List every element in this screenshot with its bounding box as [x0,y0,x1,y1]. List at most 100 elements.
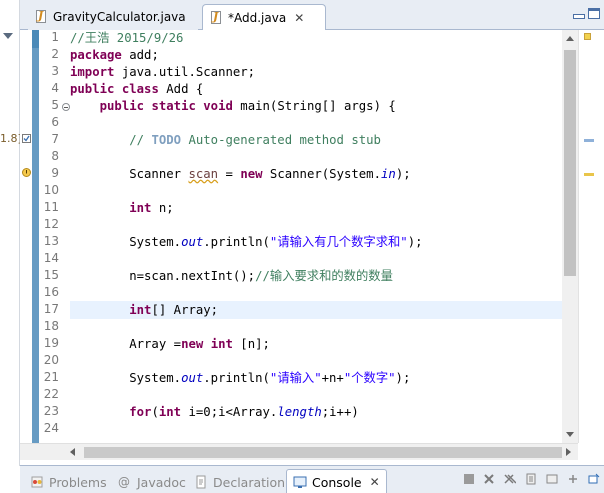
code-token: ;i++) [321,405,359,419]
line-number: 24 [43,421,59,435]
code-token: "请输入" [269,371,322,385]
code-token: // [70,133,152,147]
line-number: 8 [51,149,59,163]
line-number: 5 [51,98,59,112]
tab-gravitycalculator[interactable]: J GravityCalculator.java [28,4,198,30]
code-token: add; [121,48,159,62]
code-token: int [129,303,152,317]
code-text[interactable]: //王浩 2015/9/26 package add; import java.ut… [70,30,566,443]
console-icon [293,476,307,488]
pin-console-icon[interactable] [546,473,558,485]
terminate-icon[interactable] [464,474,474,484]
code-line[interactable]: public static void main(String[] args) { [70,98,396,115]
code-line[interactable]: // TODO Auto-generated method stub [70,132,381,149]
package-explorer-edge: 1.8] [0,0,22,466]
code-token: i=0;i<Array. [181,405,278,419]
problems-icon [31,476,43,488]
code-token: main(String[] args) { [232,99,396,113]
scroll-right-icon[interactable] [566,448,571,456]
code-token: new [181,337,204,351]
scroll-up-icon[interactable] [566,36,574,41]
code-line[interactable]: n=scan.nextInt();//输入要求和的数的数量 [70,268,393,285]
code-line[interactable]: System.out.println("请输入有几个数字求和"); [70,234,422,251]
code-line[interactable]: System.out.println("请输入"+n+"个数字"); [70,370,410,387]
code-token: void [203,99,233,113]
code-token: Array = [70,337,182,351]
code-line[interactable]: import java.util.Scanner; [70,64,255,81]
tab-label: Declaration [213,474,286,490]
code-line[interactable]: package add; [70,47,159,64]
line-number: 19 [43,336,59,350]
code-token: scan [188,167,219,181]
code-token: Add { [158,82,204,96]
line-number: 7 [51,132,59,146]
remove-launch-icon[interactable] [483,473,495,485]
code-token: n=scan.nextInt(); [70,269,256,283]
code-token: .println( [203,235,270,249]
code-line[interactable]: //王浩 2015/9/26 [70,30,183,47]
warning-overview-marker[interactable] [584,173,594,176]
code-line[interactable]: int[] Array; [70,302,218,319]
jre-version-fragment: 1.8] [0,132,22,145]
code-line[interactable]: for(int i=0;i<Array.length;i++) [70,404,359,421]
tab-add[interactable]: J *Add.java ✕ [202,4,326,31]
task-overview-marker[interactable] [584,139,594,142]
console-toolbar [464,473,600,485]
tab-label: *Add.java [228,11,287,25]
close-icon[interactable]: ✕ [370,475,380,489]
scroll-thumb[interactable] [564,50,576,276]
close-icon[interactable]: ✕ [294,11,304,25]
code-token: static [151,99,196,113]
vertical-scrollbar[interactable] [562,30,578,443]
code-token: [] Array; [151,303,219,317]
line-number: 2 [51,47,59,61]
line-number: 11 [43,200,59,214]
java-file-icon: J [209,10,223,25]
java-file-icon: J [34,9,48,24]
code-token: package [70,48,122,62]
open-console-icon[interactable] [588,473,600,485]
display-console-icon[interactable] [567,473,579,485]
code-editor[interactable]: 1 2 3 4 5 6 7 8 9 10 11 12 13 14 15 16 17 18 19 20 21 22 23 24 … [20,30,604,448]
code-token: in [381,167,396,181]
scroll-down-icon[interactable] [566,432,574,437]
code-token: int [158,405,182,419]
line-numbers: 1 2 3 4 5 6 7 8 9 10 11 12 13 14 15 16 17 18 19 20 21 22 23 24 [39,30,69,443]
code-line[interactable]: int n; [70,200,173,217]
minimize-icon[interactable] [572,8,585,19]
tab-label: Console [312,474,362,490]
code-token: public [99,99,145,113]
maximize-icon[interactable] [588,8,600,19]
fold-toggle-icon[interactable] [62,103,70,111]
code-token: = [218,167,241,181]
line-number: 21 [43,370,59,384]
code-line[interactable]: Array =new int [n]; [70,336,270,353]
tab-label: Problems [49,474,107,490]
code-line[interactable]: Scanner scan = new Scanner(System.in); [70,166,410,183]
view-menu-icon[interactable] [3,33,13,39]
code-line[interactable]: public class Add { [70,81,203,98]
scroll-thumb[interactable] [84,447,562,458]
overview-ruler[interactable] [578,30,604,443]
code-token: "个数字" [343,371,396,385]
code-token: System. [70,235,182,249]
code-token: out [181,235,204,249]
code-token: out [181,371,204,385]
tab-declaration[interactable]: Declaration [194,471,285,493]
tab-console[interactable]: Console ✕ [286,469,387,493]
line-number: 15 [43,268,59,282]
code-token: [n]; [232,337,270,351]
scroll-lock-icon[interactable] [525,473,537,485]
code-token: for [129,405,152,419]
remove-all-icon[interactable] [504,473,516,485]
warning-icon[interactable] [22,168,31,177]
horizontal-scrollbar[interactable] [20,443,578,460]
code-token: Auto-generated method stub [181,133,381,147]
tab-javadoc[interactable]: @ Javadoc [118,471,186,493]
warning-summary-icon[interactable] [584,33,591,40]
tab-problems[interactable]: Problems [30,471,107,493]
code-token: ); [395,371,411,385]
scroll-left-icon[interactable] [70,448,75,456]
